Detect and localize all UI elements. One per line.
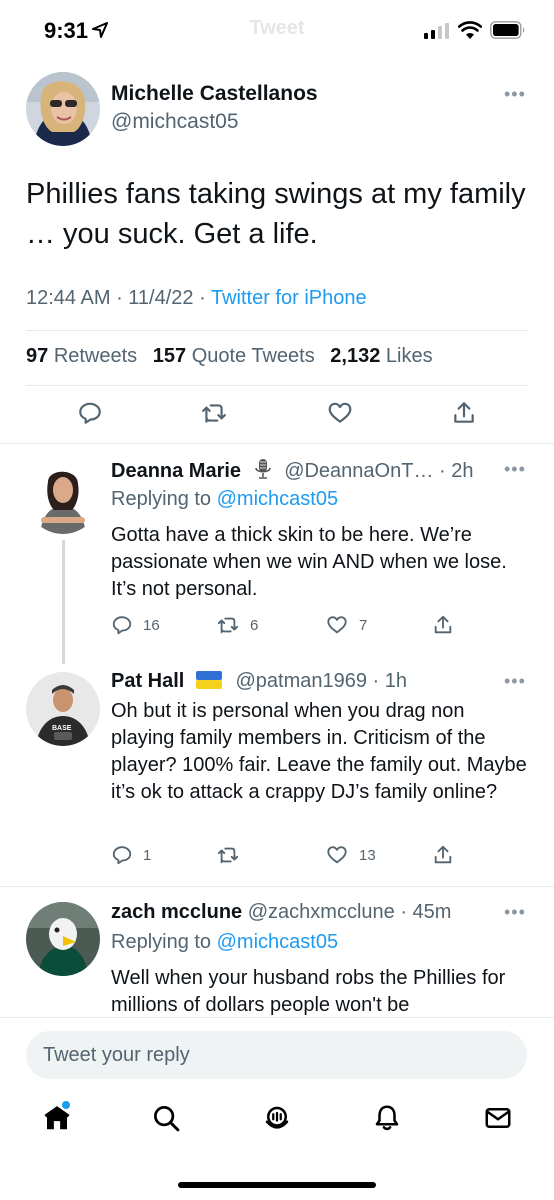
divider	[0, 443, 554, 444]
reply-avatar[interactable]	[26, 460, 100, 534]
wifi-icon	[458, 21, 482, 39]
thread-line	[62, 540, 65, 664]
share-icon	[434, 845, 452, 864]
more-options-icon[interactable]: •••	[504, 84, 526, 105]
spaces-icon[interactable]	[262, 1103, 292, 1133]
reply-author-handle[interactable]: @DeannaOnT… · 2h	[284, 460, 473, 482]
messages-icon[interactable]	[483, 1103, 513, 1133]
reply-button[interactable]: 16	[111, 614, 160, 636]
divider	[0, 886, 554, 887]
reply-icon	[112, 616, 132, 635]
reply-header: zach mcclune @zachxmcclune · 45m	[111, 901, 451, 924]
reply-count: 16	[143, 616, 160, 634]
reply-count: 1	[143, 846, 152, 864]
reply-header: Deanna Marie @DeannaOnT… · 2h	[111, 458, 473, 483]
reply-text: Oh but it is personal when you drag non …	[111, 700, 527, 803]
reply-text: Well when your husband robs the Phillies…	[111, 967, 506, 1016]
retweet-button[interactable]	[216, 844, 250, 866]
divider	[26, 330, 528, 331]
meta-separator: ·	[199, 287, 211, 309]
tweet-date: 11/4/22	[128, 287, 194, 309]
quote-tweets-stat[interactable]: 157 Quote Tweets	[153, 345, 315, 367]
ukraine-flag-icon	[195, 671, 222, 689]
replying-to-link[interactable]: @michcast05	[217, 931, 338, 953]
notifications-bell-icon[interactable]	[372, 1103, 402, 1133]
reply-avatar[interactable]	[26, 902, 100, 976]
svg-text:BASE: BASE	[52, 725, 72, 732]
reply-header: Pat Hall @patman1969 · 1h	[111, 670, 407, 693]
more-options-icon[interactable]: •••	[504, 902, 526, 923]
reply-composer[interactable]	[26, 1031, 527, 1079]
reply-input[interactable]	[26, 1031, 527, 1079]
status-bar: Tweet 9:31	[0, 0, 554, 60]
tweet-stats: 97 Retweets 157 Quote Tweets 2,132 Likes	[26, 345, 433, 368]
cellular-signal-icon	[424, 23, 449, 39]
more-options-icon[interactable]: •••	[504, 459, 526, 480]
author-name[interactable]: Michelle Castellanos	[111, 82, 318, 106]
reply-icon	[112, 846, 132, 865]
retweet-icon	[217, 847, 239, 864]
retweet-button[interactable]: 6	[216, 614, 258, 636]
like-button[interactable]: 7	[325, 614, 367, 636]
retweet-icon[interactable]	[200, 400, 228, 426]
retweet-count: 6	[250, 616, 259, 634]
status-time: 9:31	[44, 18, 89, 43]
like-button[interactable]: 13	[325, 844, 376, 866]
divider	[26, 385, 528, 386]
reply-text: Gotta have a thick skin to be here. We’r…	[111, 524, 507, 600]
reply-icon[interactable]	[77, 400, 103, 426]
tweet-meta: 12:44 AM · 11/4/22 · Twitter for iPhone	[26, 287, 367, 310]
reply-author-name[interactable]: zach mcclune	[111, 901, 242, 923]
share-button[interactable]	[432, 844, 454, 866]
search-icon[interactable]	[151, 1103, 181, 1133]
like-icon	[327, 846, 347, 864]
like-icon[interactable]	[326, 400, 354, 426]
replying-to-link[interactable]: @michcast05	[217, 488, 338, 510]
retweet-icon	[217, 617, 239, 634]
reply-author-name[interactable]: Deanna Marie	[111, 460, 241, 482]
tweet-time: 12:44 AM	[26, 287, 111, 309]
like-count: 13	[359, 846, 376, 864]
reply-button[interactable]: 1	[111, 844, 151, 866]
likes-stat[interactable]: 2,132 Likes	[330, 345, 432, 367]
location-arrow-icon	[92, 22, 108, 38]
more-options-icon[interactable]: •••	[504, 671, 526, 692]
share-button[interactable]	[432, 614, 454, 636]
retweets-stat[interactable]: 97 Retweets	[26, 345, 137, 367]
share-icon[interactable]	[451, 400, 477, 426]
battery-icon	[490, 21, 525, 39]
author-avatar[interactable]	[26, 72, 100, 146]
meta-separator: ·	[116, 287, 129, 309]
replying-to: Replying to @michcast05	[111, 488, 339, 510]
like-count: 7	[359, 616, 368, 634]
home-indicator	[178, 1182, 376, 1188]
divider	[0, 1017, 554, 1018]
microphone-icon	[254, 459, 271, 479]
notification-dot	[62, 1101, 70, 1109]
reply-author-handle[interactable]: @zachxmcclune · 45m	[248, 901, 452, 923]
reply-author-handle[interactable]: @patman1969 · 1h	[235, 670, 407, 692]
author-handle[interactable]: @michcast05	[111, 110, 239, 134]
reply-author-name[interactable]: Pat Hall	[111, 670, 184, 692]
tweet-source-link[interactable]: Twitter for iPhone	[211, 287, 367, 309]
share-icon	[434, 615, 452, 634]
replying-to: Replying to @michcast05	[111, 931, 339, 953]
reply-avatar[interactable]: BASE	[26, 672, 100, 746]
like-icon	[327, 616, 347, 634]
tweet-text: Phillies fans taking swings at my family…	[26, 178, 526, 250]
